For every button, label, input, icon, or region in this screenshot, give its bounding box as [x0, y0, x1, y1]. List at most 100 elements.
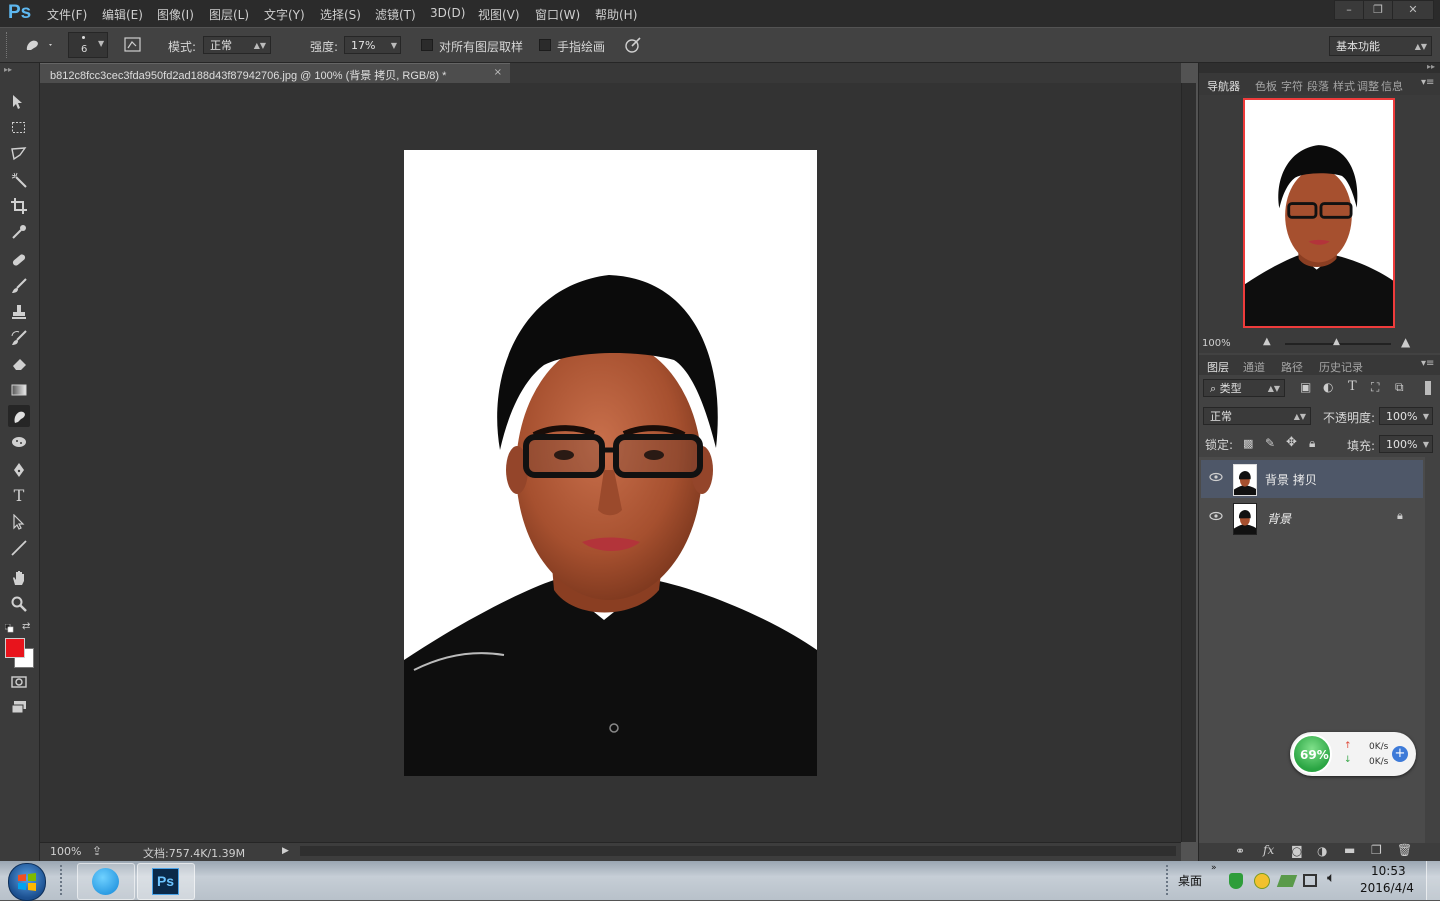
- tab-channels[interactable]: 通道: [1243, 359, 1265, 375]
- tab-navigator[interactable]: 导航器: [1207, 78, 1240, 94]
- add-mask-icon[interactable]: ◙: [1291, 844, 1303, 858]
- panel-menu-icon[interactable]: ▾≡: [1421, 358, 1434, 369]
- opacity-input[interactable]: 100% ▼: [1379, 407, 1433, 425]
- strength-input[interactable]: 17% ▼: [344, 36, 401, 54]
- clone-stamp-tool[interactable]: [8, 301, 30, 323]
- fill-input[interactable]: 100% ▼: [1379, 435, 1433, 453]
- filter-toggle-switch[interactable]: [1425, 381, 1431, 395]
- document-tab[interactable]: b812c8fcc3cec3fda950fd2ad188d43f87942706…: [40, 63, 510, 83]
- display-tray-icon[interactable]: [1303, 874, 1317, 887]
- tab-adjustments[interactable]: 调整: [1357, 78, 1379, 94]
- menu-type[interactable]: 文字(Y): [264, 6, 305, 23]
- default-colors-icon[interactable]: [4, 622, 14, 633]
- swap-colors-icon[interactable]: ⇄: [22, 621, 30, 632]
- close-icon[interactable]: ×: [494, 67, 502, 78]
- brush-size-picker[interactable]: 6 ▼: [68, 32, 108, 58]
- layer-filter-dropdown[interactable]: ⌕ 类型 ▲▼: [1203, 379, 1285, 397]
- security-guard-icon[interactable]: [1254, 873, 1270, 889]
- tab-history[interactable]: 历史记录: [1319, 359, 1363, 375]
- fx-icon[interactable]: fx: [1263, 843, 1274, 857]
- menu-filter[interactable]: 滤镜(T): [375, 6, 416, 23]
- marquee-tool[interactable]: [8, 117, 30, 139]
- foreground-color-swatch[interactable]: [5, 638, 25, 658]
- zoom-out-icon[interactable]: ▲: [1263, 336, 1271, 347]
- network-speed-widget[interactable]: 69% ↑ ↓ 0K/s 0K/s +: [1290, 732, 1416, 776]
- smudge-tool[interactable]: [8, 405, 30, 427]
- lock-transparency-icon[interactable]: ▩: [1243, 437, 1253, 450]
- quick-mask-button[interactable]: [8, 671, 30, 693]
- history-brush-tool[interactable]: [8, 327, 30, 349]
- menu-image[interactable]: 图像(I): [157, 6, 194, 23]
- link-layers-icon[interactable]: ⚭: [1235, 844, 1245, 858]
- menu-window[interactable]: 窗口(W): [535, 6, 580, 23]
- crop-tool[interactable]: [8, 195, 30, 217]
- pressure-toggle[interactable]: [624, 36, 642, 54]
- navigator-thumbnail[interactable]: [1243, 98, 1395, 328]
- tab-character[interactable]: 字符: [1281, 78, 1303, 94]
- sample-all-layers-checkbox[interactable]: [421, 39, 433, 51]
- pen-tool[interactable]: [8, 459, 30, 481]
- desktop-toolbar-label[interactable]: 桌面: [1178, 872, 1202, 889]
- blend-mode-dropdown[interactable]: 正常 ▲▼: [1203, 407, 1311, 425]
- zoom-tool[interactable]: [8, 593, 30, 615]
- gradient-tool[interactable]: [8, 379, 30, 401]
- start-button[interactable]: [8, 863, 46, 901]
- tab-paths[interactable]: 路径: [1281, 359, 1303, 375]
- eraser-tool[interactable]: [8, 353, 30, 375]
- portrait-photo[interactable]: [404, 150, 817, 776]
- tab-paragraph[interactable]: 段落: [1307, 78, 1329, 94]
- filter-type-icon[interactable]: T: [1348, 379, 1357, 394]
- collapse-arrows-icon[interactable]: ▸▸: [1427, 62, 1435, 71]
- move-tool[interactable]: [8, 91, 30, 113]
- menu-file[interactable]: 文件(F): [47, 6, 87, 23]
- zoom-level[interactable]: 100%: [50, 845, 81, 858]
- filter-adjustment-icon[interactable]: ◐: [1323, 380, 1333, 394]
- workspace-dropdown[interactable]: 基本功能 ▲▼: [1329, 36, 1432, 56]
- clock-date[interactable]: 2016/4/4: [1360, 881, 1414, 895]
- menu-select[interactable]: 选择(S): [320, 6, 361, 23]
- layer-row-background-copy[interactable]: 背景 拷贝: [1201, 460, 1423, 498]
- taskbar-photoshop-button[interactable]: Ps: [137, 863, 195, 900]
- filter-smart-object-icon[interactable]: ⧉: [1395, 380, 1404, 395]
- clock-time[interactable]: 10:53: [1371, 864, 1406, 878]
- zoom-slider-thumb-icon[interactable]: ▲: [1333, 337, 1340, 347]
- path-selection-tool[interactable]: [8, 511, 30, 533]
- menu-layer[interactable]: 图层(L): [209, 6, 249, 23]
- taskbar-browser-button[interactable]: [77, 863, 135, 900]
- grip-handle[interactable]: [6, 32, 11, 58]
- magic-wand-tool[interactable]: [8, 169, 30, 191]
- eye-icon[interactable]: [1209, 472, 1223, 482]
- status-menu-arrow-icon[interactable]: ▶: [282, 846, 289, 856]
- screen-mode-button[interactable]: [8, 697, 30, 719]
- line-tool[interactable]: [8, 537, 30, 559]
- collapse-arrows-icon[interactable]: ▸▸: [4, 65, 12, 74]
- vertical-scrollbar[interactable]: [1181, 83, 1196, 842]
- minimize-button[interactable]: –: [1334, 0, 1364, 20]
- new-layer-icon[interactable]: ❐: [1371, 843, 1382, 857]
- dodge-tool[interactable]: [8, 431, 30, 453]
- show-desktop-button[interactable]: [1426, 861, 1440, 900]
- new-group-icon[interactable]: ▬: [1344, 843, 1355, 857]
- horizontal-scrollbar[interactable]: [300, 846, 1176, 856]
- restore-button[interactable]: ❐: [1363, 0, 1393, 20]
- lock-position-icon[interactable]: ✥: [1286, 435, 1297, 450]
- finger-painting-checkbox[interactable]: [539, 39, 551, 51]
- healing-brush-tool[interactable]: [8, 249, 30, 271]
- lock-all-icon[interactable]: 🔒︎: [1309, 436, 1315, 451]
- menu-view[interactable]: 视图(V): [478, 6, 520, 23]
- lasso-tool[interactable]: [8, 143, 30, 165]
- brush-panel-toggle[interactable]: [124, 36, 142, 54]
- eyedropper-tool[interactable]: [8, 221, 30, 243]
- menu-edit[interactable]: 编辑(E): [102, 6, 143, 23]
- adjustment-layer-icon[interactable]: ◑: [1317, 844, 1327, 858]
- tab-layers[interactable]: 图层: [1207, 359, 1229, 375]
- security-shield-icon[interactable]: [1229, 873, 1243, 889]
- type-tool[interactable]: T: [8, 485, 30, 507]
- menu-help[interactable]: 帮助(H): [595, 6, 637, 23]
- tab-info[interactable]: 信息: [1381, 78, 1403, 94]
- tab-swatches[interactable]: 色板: [1255, 78, 1277, 94]
- mode-dropdown[interactable]: 正常 ▲▼: [203, 36, 271, 54]
- zoom-in-icon[interactable]: ▲: [1401, 335, 1410, 349]
- volume-icon[interactable]: 🔈︎: [1327, 870, 1335, 886]
- filter-pixel-icon[interactable]: ▣: [1300, 380, 1311, 394]
